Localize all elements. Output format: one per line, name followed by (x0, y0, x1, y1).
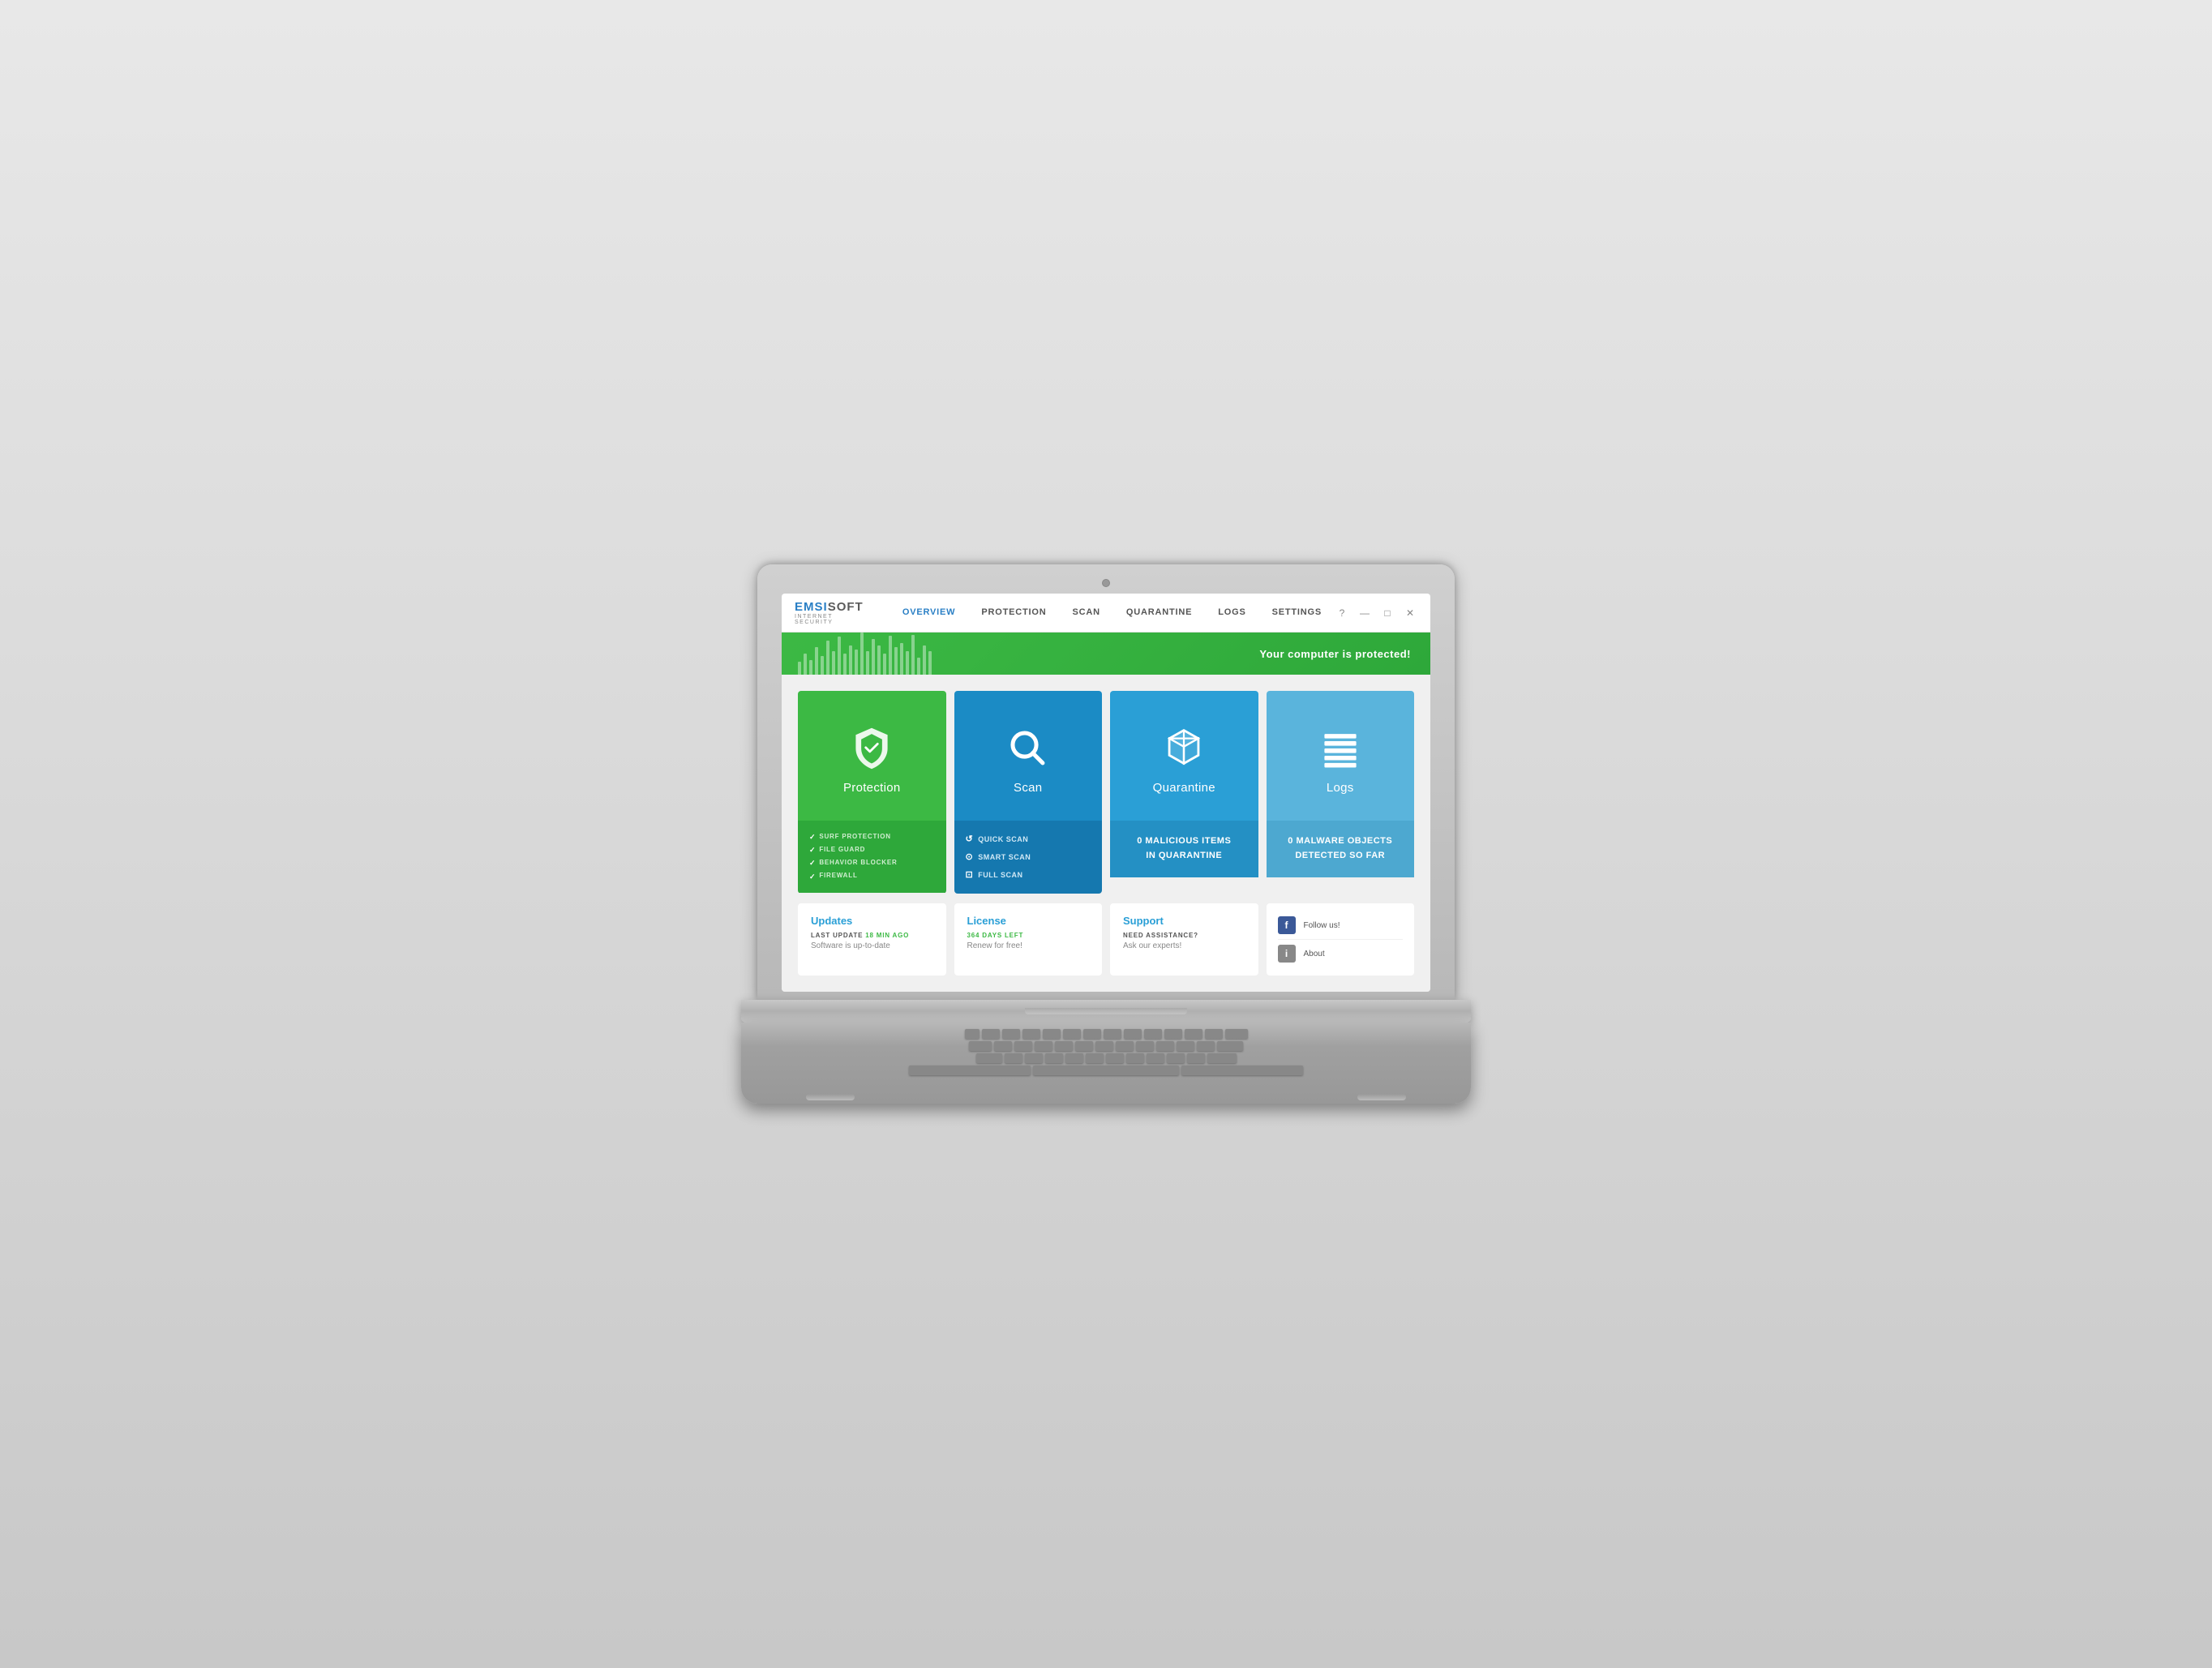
license-title: License (967, 915, 1090, 927)
updates-meta: LAST UPDATE 18 MIN AGO (811, 932, 933, 939)
quick-scan-icon: ↺ (966, 830, 974, 848)
scan-card[interactable]: Scan ↺ QUICK SCAN ⊙ SMART SCAN (954, 691, 1103, 894)
logs-card-top: Logs (1267, 691, 1415, 821)
scan-list: ↺ QUICK SCAN ⊙ SMART SCAN ⊡ FULL SCAN (966, 830, 1091, 884)
scan-icon (1004, 724, 1052, 773)
scan-card-bottom: ↺ QUICK SCAN ⊙ SMART SCAN ⊡ FULL SCAN (954, 821, 1103, 894)
about-row[interactable]: i About (1278, 940, 1404, 967)
laptop-wrapper: EMSISOFT INTERNET SECURITY OVERVIEW PROT… (741, 564, 1471, 1104)
full-scan-icon: ⊡ (966, 866, 974, 884)
logo-em: EMSI (795, 600, 828, 614)
laptop-foot-right (1357, 1094, 1406, 1100)
info-icon: i (1278, 945, 1296, 963)
quarantine-card-title: Quarantine (1153, 781, 1215, 795)
quarantine-card-top: Quarantine (1110, 691, 1258, 821)
status-text: Your computer is protected! (1259, 648, 1411, 660)
full-scan-item[interactable]: ⊡ FULL SCAN (966, 866, 1091, 884)
about-label: About (1304, 950, 1325, 958)
updates-sub: Software is up-to-date (811, 941, 933, 950)
updates-title: Updates (811, 915, 933, 927)
laptop-base (741, 1000, 1471, 1023)
nav-quarantine[interactable]: QUARANTINE (1113, 594, 1205, 632)
protection-card-bottom: ✓ SURF PROTECTION ✓ FILE GUARD ✓ BEHAVIO… (798, 821, 946, 893)
facebook-icon: f (1278, 916, 1296, 934)
logs-card-bottom: 0 MALWARE OBJECTS DETECTED SO FAR (1267, 821, 1415, 877)
protection-list: ✓ SURF PROTECTION ✓ FILE GUARD ✓ BEHAVIO… (809, 830, 935, 883)
smart-scan-icon: ⊙ (966, 848, 974, 866)
follow-us-row[interactable]: f Follow us! (1278, 911, 1404, 940)
laptop-hinge (1025, 1008, 1187, 1014)
nav-scan[interactable]: SCAN (1060, 594, 1113, 632)
logs-count-text: 0 MALWARE OBJECTS DETECTED SO FAR (1288, 834, 1392, 863)
laptop-keyboard-area (741, 1023, 1471, 1104)
logs-card-title: Logs (1327, 781, 1354, 795)
app-controls: ? — □ ✕ (1335, 606, 1417, 620)
app-nav: OVERVIEW PROTECTION SCAN QUARANTINE LOGS… (890, 594, 1335, 632)
follow-us-label: Follow us! (1304, 921, 1340, 930)
nav-protection[interactable]: PROTECTION (968, 594, 1059, 632)
cards-grid: Protection ✓ SURF PROTECTION ✓ FILE GUAR… (798, 691, 1414, 894)
logo-si: SOFT (828, 600, 864, 614)
bottom-cards-grid: Updates LAST UPDATE 18 MIN AGO Software … (798, 903, 1414, 976)
protection-item-surf: ✓ SURF PROTECTION (809, 830, 935, 843)
logs-icon (1316, 724, 1365, 773)
support-meta: NEED ASSISTANCE? (1123, 932, 1245, 939)
shield-icon (847, 724, 896, 773)
app-content: Protection ✓ SURF PROTECTION ✓ FILE GUAR… (782, 675, 1430, 992)
logo-emsisoft: EMSISOFT (795, 600, 865, 614)
protection-card-title: Protection (843, 781, 901, 795)
logs-card[interactable]: Logs 0 MALWARE OBJECTS DETECTED SO FAR (1267, 691, 1415, 894)
status-banner: Your computer is protected! (782, 632, 1430, 675)
laptop-camera (1102, 579, 1110, 587)
maximize-button[interactable]: □ (1380, 606, 1395, 620)
license-meta: 364 DAYS LEFT (967, 932, 1090, 939)
quick-scan-item[interactable]: ↺ QUICK SCAN (966, 830, 1091, 848)
nav-overview[interactable]: OVERVIEW (890, 594, 969, 632)
minimize-button[interactable]: — (1357, 606, 1372, 620)
support-sub: Ask our experts! (1123, 941, 1245, 950)
quarantine-card[interactable]: Quarantine 0 MALICIOUS ITEMS IN QUARANTI… (1110, 691, 1258, 894)
laptop-foot-left (806, 1094, 855, 1100)
quarantine-card-bottom: 0 MALICIOUS ITEMS IN QUARANTINE (1110, 821, 1258, 877)
support-title: Support (1123, 915, 1245, 927)
nav-logs[interactable]: LOGS (1205, 594, 1258, 632)
smart-scan-item[interactable]: ⊙ SMART SCAN (966, 848, 1091, 866)
quarantine-icon (1160, 724, 1208, 773)
laptop-screen-bezel: EMSISOFT INTERNET SECURITY OVERVIEW PROT… (757, 564, 1455, 1000)
nav-settings[interactable]: SETTINGS (1259, 594, 1335, 632)
protection-item-fileguard: ✓ FILE GUARD (809, 843, 935, 856)
help-button[interactable]: ? (1335, 606, 1349, 620)
logo-subtitle: INTERNET SECURITY (795, 614, 865, 625)
support-card[interactable]: Support NEED ASSISTANCE? Ask our experts… (1110, 903, 1258, 976)
protection-item-behavior: ✓ BEHAVIOR BLOCKER (809, 856, 935, 869)
protection-card-top: Protection (798, 691, 946, 821)
license-card[interactable]: License 364 DAYS LEFT Renew for free! (954, 903, 1103, 976)
scan-card-title: Scan (1014, 781, 1042, 795)
protection-card[interactable]: Protection ✓ SURF PROTECTION ✓ FILE GUAR… (798, 691, 946, 894)
keyboard-keys (741, 1023, 1471, 1082)
app-titlebar: EMSISOFT INTERNET SECURITY OVERVIEW PROT… (782, 594, 1430, 632)
laptop-screen: EMSISOFT INTERNET SECURITY OVERVIEW PROT… (782, 594, 1430, 992)
protection-item-firewall: ✓ FIREWALL (809, 870, 935, 883)
close-button[interactable]: ✕ (1403, 606, 1417, 620)
social-card: f Follow us! i About (1267, 903, 1415, 976)
quarantine-count-text: 0 MALICIOUS ITEMS IN QUARANTINE (1137, 834, 1231, 863)
updates-card[interactable]: Updates LAST UPDATE 18 MIN AGO Software … (798, 903, 946, 976)
app-logo: EMSISOFT INTERNET SECURITY (795, 600, 865, 625)
scan-card-top: Scan (954, 691, 1103, 821)
license-sub: Renew for free! (967, 941, 1090, 950)
